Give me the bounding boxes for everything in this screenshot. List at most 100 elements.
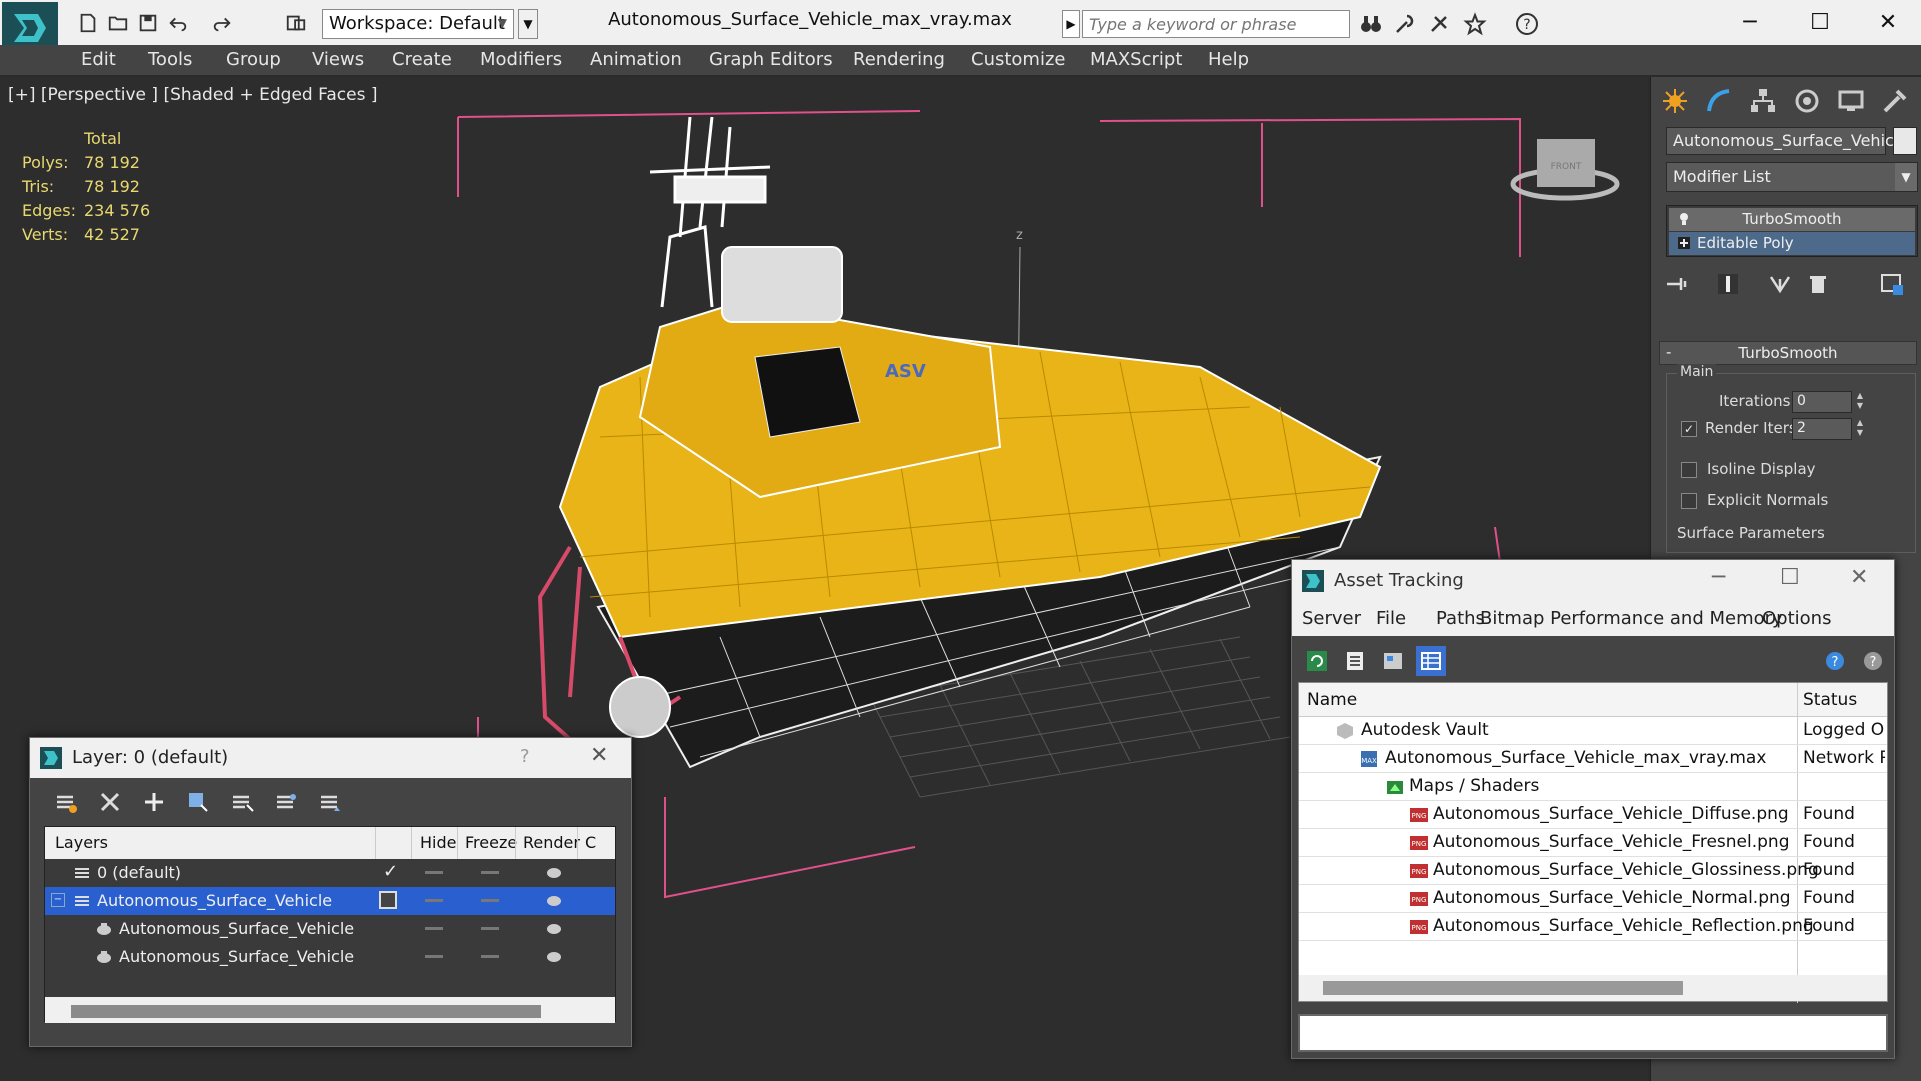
menu-modifiers[interactable]: Modifiers xyxy=(480,49,562,70)
scrollbar-thumb[interactable] xyxy=(71,1005,541,1018)
menu-animation[interactable]: Animation xyxy=(590,49,682,70)
remove-modifier-icon[interactable] xyxy=(1801,267,1835,301)
key-tool-icon[interactable] xyxy=(1390,10,1420,38)
scrollbar-thumb[interactable] xyxy=(1323,981,1683,995)
collapse-minus-icon[interactable]: − xyxy=(51,893,65,907)
asset-dialog-titlebar[interactable]: Asset Tracking ─ ☐ ✕ xyxy=(1292,560,1894,602)
hierarchy-tab-icon[interactable] xyxy=(1743,83,1783,119)
asset-menu-bitmap-performance[interactable]: Bitmap Performance and Memory xyxy=(1480,608,1783,629)
asset-row[interactable]: Autodesk Vault Logged Ou xyxy=(1299,717,1887,745)
layer-dialog-titlebar[interactable]: Layer: 0 (default) ? ✕ xyxy=(30,738,631,778)
asset-menu-options[interactable]: Options xyxy=(1762,608,1831,629)
modifier-list-dropdown[interactable]: Modifier List ▼ xyxy=(1666,162,1918,192)
column-header[interactable]: C xyxy=(585,833,596,852)
freeze-toggle[interactable] xyxy=(481,927,499,930)
column-header[interactable]: Render xyxy=(523,833,580,852)
asset-menu-paths[interactable]: Paths xyxy=(1436,608,1485,629)
layer-row[interactable]: Autonomous_Surface_Vehicle xyxy=(45,943,615,971)
asset-row[interactable]: PNG Autonomous_Surface_Vehicle_Normal.pn… xyxy=(1299,885,1887,913)
spinner-arrows-icon[interactable]: ▲ ▼ xyxy=(1854,418,1866,440)
iterations-spinner[interactable]: 0 xyxy=(1792,391,1852,413)
asset-row[interactable]: PNG Autonomous_Surface_Vehicle_Fresnel.p… xyxy=(1299,829,1887,857)
expand-plus-icon[interactable] xyxy=(1677,236,1691,250)
surface-parameters-label[interactable]: Surface Parameters xyxy=(1677,524,1825,542)
layer-row[interactable]: Autonomous_Surface_Vehicle xyxy=(45,915,615,943)
make-unique-icon[interactable] xyxy=(1763,267,1797,301)
render-teapot-icon[interactable] xyxy=(545,949,563,963)
asset-row[interactable]: PNG Autonomous_Surface_Vehicle_Glossines… xyxy=(1299,857,1887,885)
menu-tools[interactable]: Tools xyxy=(148,49,192,70)
add-to-layer-icon[interactable] xyxy=(138,786,170,818)
open-file-icon[interactable] xyxy=(104,9,132,37)
menu-group[interactable]: Group xyxy=(226,49,281,70)
render-teapot-icon[interactable] xyxy=(545,865,563,879)
minimize-icon[interactable]: ─ xyxy=(1712,565,1725,590)
thumbnail-view-icon[interactable] xyxy=(1378,646,1408,676)
close-icon[interactable]: ✕ xyxy=(590,743,608,768)
undo-icon[interactable] xyxy=(164,9,192,37)
freeze-all-layers-icon[interactable] xyxy=(314,786,346,818)
motion-tab-icon[interactable] xyxy=(1787,83,1827,119)
asset-row[interactable]: PNG Autonomous_Surface_Vehicle_Reflectio… xyxy=(1299,913,1887,941)
utilities-tab-icon[interactable] xyxy=(1875,83,1915,119)
render-iters-spinner[interactable]: 2 xyxy=(1792,418,1852,440)
menu-create[interactable]: Create xyxy=(392,49,452,70)
vault-help-icon[interactable]: ? xyxy=(1820,646,1850,676)
help-icon[interactable]: ? xyxy=(1512,10,1542,38)
stack-item-editable-poly[interactable]: Editable Poly xyxy=(1669,232,1915,255)
minimize-icon[interactable]: ─ xyxy=(1720,4,1780,40)
menu-rendering[interactable]: Rendering xyxy=(853,49,945,70)
search-expand-icon[interactable]: ▶ xyxy=(1062,10,1080,38)
communication-icon[interactable] xyxy=(1424,10,1454,38)
delete-layer-icon[interactable] xyxy=(94,786,126,818)
view-cube-icon[interactable]: FRONT xyxy=(1510,139,1620,201)
refresh-icon[interactable] xyxy=(1302,646,1332,676)
render-teapot-icon[interactable] xyxy=(545,893,563,907)
maximize-icon[interactable]: ☐ xyxy=(1790,4,1850,40)
menu-customize[interactable]: Customize xyxy=(971,49,1065,70)
current-layer-check-icon[interactable]: ✓ xyxy=(383,861,398,882)
stack-item-turbosmooth[interactable]: TurboSmooth xyxy=(1669,208,1915,231)
create-tab-icon[interactable] xyxy=(1655,83,1695,119)
hide-all-layers-icon[interactable] xyxy=(270,786,302,818)
new-file-icon[interactable] xyxy=(74,9,102,37)
freeze-toggle[interactable] xyxy=(481,955,499,958)
highlight-layer-icon[interactable] xyxy=(226,786,258,818)
project-folder-icon[interactable] xyxy=(282,9,310,37)
freeze-toggle[interactable] xyxy=(481,899,499,902)
workspace-menu-icon[interactable]: ▼ xyxy=(518,9,538,39)
asset-menu-server[interactable]: Server xyxy=(1302,608,1361,629)
close-icon[interactable]: ✕ xyxy=(1858,4,1918,40)
new-layer-icon[interactable] xyxy=(50,786,82,818)
object-name-field[interactable]: Autonomous_Surface_Vehicle xyxy=(1666,127,1908,155)
menu-views[interactable]: Views xyxy=(312,49,364,70)
menu-help[interactable]: Help xyxy=(1208,49,1249,70)
maximize-icon[interactable]: ☐ xyxy=(1780,565,1800,590)
explicit-normals-checkbox[interactable] xyxy=(1681,493,1697,509)
layer-row-selected[interactable]: − Autonomous_Surface_Vehicle xyxy=(45,887,615,915)
asset-row[interactable]: MAX Autonomous_Surface_Vehicle_max_vray.… xyxy=(1299,745,1887,773)
modify-tab-icon[interactable] xyxy=(1699,83,1739,119)
help-icon[interactable]: ? xyxy=(520,746,530,767)
hide-toggle[interactable] xyxy=(425,955,443,958)
pin-stack-icon[interactable] xyxy=(1659,267,1693,301)
viewport-label[interactable]: [+] [Perspective ] [Shaded + Edged Faces… xyxy=(8,85,377,105)
asset-row[interactable]: PNG Autonomous_Surface_Vehicle_Diffuse.p… xyxy=(1299,801,1887,829)
menu-graph-editors[interactable]: Graph Editors xyxy=(709,49,833,70)
layer-row[interactable]: 0 (default) ✓ xyxy=(45,859,615,887)
redo-icon[interactable] xyxy=(208,9,236,37)
favorites-star-icon[interactable] xyxy=(1460,10,1490,38)
spinner-arrows-icon[interactable]: ▲ ▼ xyxy=(1854,391,1866,413)
vault-login-icon[interactable]: ? xyxy=(1858,646,1888,676)
column-header[interactable]: Name xyxy=(1307,690,1357,710)
list-view-icon[interactable] xyxy=(1340,646,1370,676)
hide-toggle[interactable] xyxy=(425,927,443,930)
menu-edit[interactable]: Edit xyxy=(81,49,116,70)
column-header[interactable]: Freeze xyxy=(465,833,517,852)
freeze-toggle[interactable] xyxy=(481,871,499,874)
isoline-display-checkbox[interactable] xyxy=(1681,462,1697,478)
binoculars-icon[interactable] xyxy=(1356,10,1386,38)
asset-row[interactable]: Maps / Shaders xyxy=(1299,773,1887,801)
close-icon[interactable]: ✕ xyxy=(1850,565,1868,590)
render-iters-checkbox[interactable]: ✓ xyxy=(1681,421,1697,437)
